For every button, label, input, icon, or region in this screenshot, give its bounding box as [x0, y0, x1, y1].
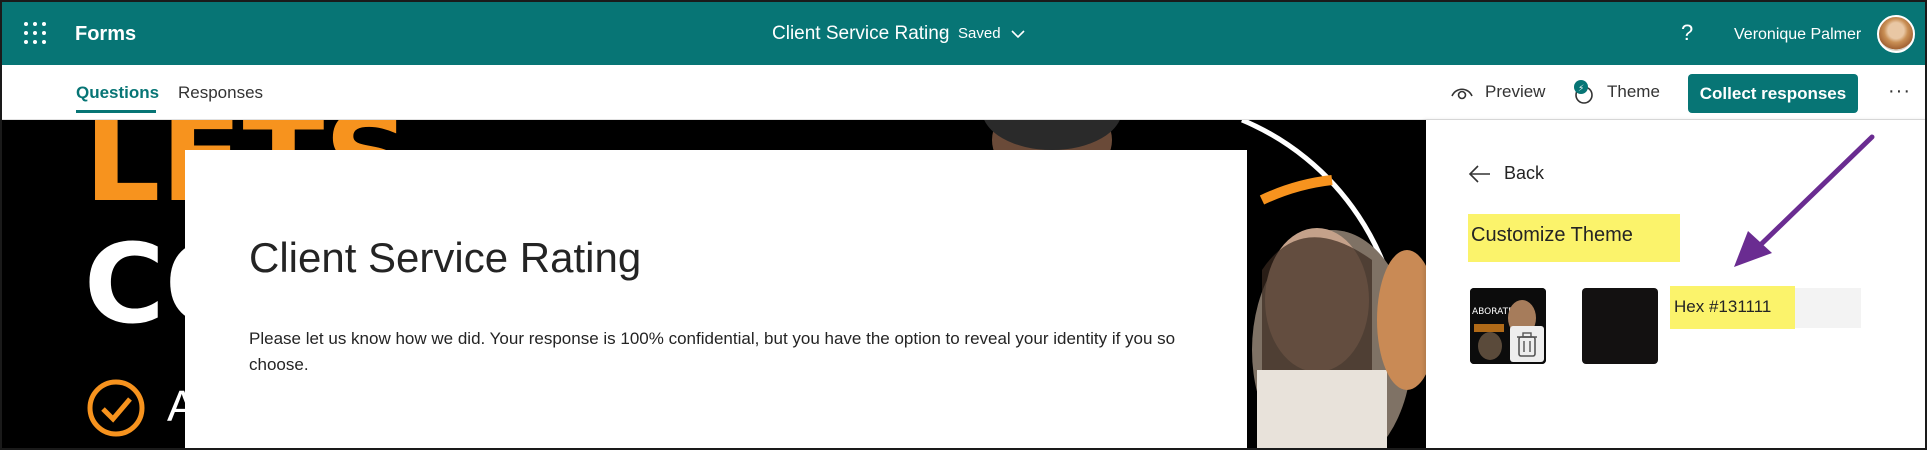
pane-title: Customize Theme — [1468, 214, 1680, 262]
theme-color-swatch[interactable] — [1582, 288, 1658, 364]
back-label: Back — [1504, 163, 1545, 183]
hex-color-value[interactable]: Hex #131111 — [1670, 286, 1795, 329]
help-icon[interactable]: ? — [1681, 20, 1693, 46]
eye-icon — [1451, 88, 1473, 100]
app-bar: Forms Client Service Rating - Saved ? Ve… — [2, 2, 1925, 65]
user-name[interactable]: Veronique Palmer — [1734, 26, 1861, 44]
app-name[interactable]: Forms — [75, 23, 136, 46]
tab-questions[interactable]: Questions — [76, 83, 159, 103]
form-header-card: Client Service Rating Please let us know… — [185, 150, 1247, 448]
svg-text:⚡: ⚡ — [1578, 84, 1584, 94]
trash-icon — [1517, 332, 1537, 357]
customize-theme-pane: Back Customize Theme ABORATE Hex #131111 — [1426, 120, 1925, 448]
preview-label: Preview — [1485, 82, 1546, 101]
form-description[interactable]: Please let us know how we did. Your resp… — [249, 326, 1199, 378]
avatar[interactable] — [1877, 15, 1915, 53]
palette-icon: ⚡ — [1574, 80, 1593, 104]
save-status: Saved — [958, 25, 1001, 42]
back-arrow-icon — [1468, 165, 1490, 183]
command-bar: Questions Responses Preview ⚡ Theme Coll… — [2, 65, 1925, 120]
active-tab-indicator — [76, 110, 156, 113]
check-circle-icon — [87, 379, 145, 437]
app-window: Forms Client Service Rating - Saved ? Ve… — [0, 0, 1927, 450]
collect-responses-button[interactable]: Collect responses — [1688, 74, 1858, 113]
chevron-down-icon[interactable] — [1010, 27, 1026, 41]
theme-label: Theme — [1607, 82, 1660, 101]
waffle-icon[interactable] — [24, 22, 46, 44]
delete-image-button[interactable] — [1510, 326, 1544, 362]
more-icon[interactable]: ··· — [1888, 80, 1911, 103]
thumbnail-text: ABORATE — [1472, 307, 1514, 317]
tab-responses[interactable]: Responses — [178, 83, 263, 103]
form-title[interactable]: Client Service Rating — [249, 234, 641, 282]
background-image-thumbnail[interactable]: ABORATE — [1470, 288, 1546, 364]
title-separator: - — [940, 24, 946, 41]
document-title[interactable]: Client Service Rating — [772, 23, 949, 45]
